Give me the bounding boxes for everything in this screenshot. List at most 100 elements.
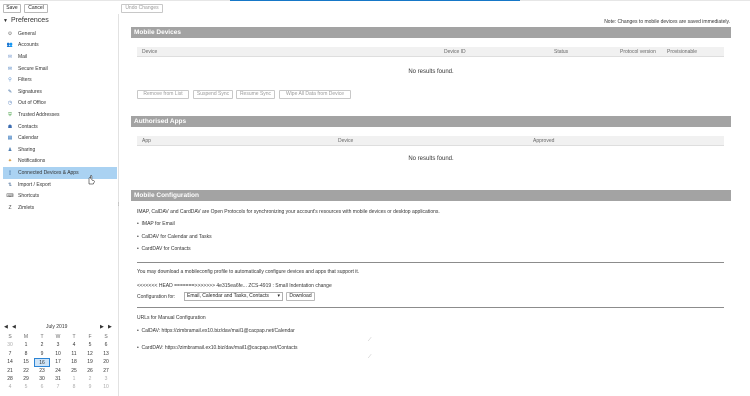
- calendar-day[interactable]: 18: [66, 358, 82, 366]
- cancel-button[interactable]: Cancel: [24, 4, 48, 13]
- weekday-label: T: [72, 334, 76, 340]
- weekday-label: F: [88, 334, 92, 340]
- carddav-url: • CardDAV: https://zimbramail.ex10.biz/d…: [137, 345, 298, 351]
- save-note: Note: Changes to mobile devices are save…: [604, 19, 730, 25]
- calendar-day[interactable]: 28: [2, 375, 18, 383]
- sidebar-item-label: Filters: [18, 77, 32, 84]
- calendar-day[interactable]: 6: [98, 341, 114, 349]
- sidebar-item-notifications[interactable]: ✦ Notifications: [3, 156, 117, 168]
- sidebar-item-import-export[interactable]: ⇅ Import / Export: [3, 179, 117, 191]
- calendar-day[interactable]: 30: [2, 341, 18, 349]
- calendar-day[interactable]: 12: [82, 350, 98, 358]
- accounts-icon: 👥: [6, 42, 14, 49]
- prev-year-icon[interactable]: ◀: [4, 324, 8, 330]
- prev-month-icon[interactable]: ◀: [12, 324, 16, 330]
- calendar-day[interactable]: 5: [82, 341, 98, 349]
- resize-handle-icon[interactable]: ⟋: [368, 354, 373, 360]
- sidebar-item-secure-email[interactable]: ✉ Secure Email: [3, 63, 117, 75]
- sidebar-item-calendar[interactable]: ▦ Calendar: [3, 132, 117, 144]
- calendar-day[interactable]: 22: [18, 367, 34, 375]
- calendar-day[interactable]: 20: [98, 358, 114, 366]
- sidebar-item-label: Notifications: [18, 158, 46, 165]
- column-protocol-version[interactable]: Protocol version: [620, 49, 656, 55]
- preferences-header[interactable]: ▼ Preferences: [3, 17, 49, 24]
- sidebar-item-out-of-office[interactable]: ◷ Out of Office: [3, 98, 117, 110]
- calendar-day[interactable]: 7: [2, 350, 18, 358]
- calendar-day[interactable]: 1: [66, 375, 82, 383]
- calendar-day[interactable]: 19: [82, 358, 98, 366]
- import-export-icon: ⇅: [7, 181, 13, 188]
- weekday-label: W: [55, 334, 61, 340]
- calendar-day[interactable]: 30: [34, 375, 50, 383]
- weekday-label: M: [23, 334, 29, 340]
- sidebar-item-sharing[interactable]: ♟ Sharing: [3, 144, 117, 156]
- column-device-id[interactable]: Device ID: [444, 49, 466, 55]
- calendar-day[interactable]: 7: [50, 383, 66, 391]
- remove-from-list-button[interactable]: Remove from List: [137, 90, 189, 99]
- suspend-sync-button[interactable]: Suspend Sync: [193, 90, 233, 99]
- calendar-day[interactable]: 9: [34, 350, 50, 358]
- column-approved[interactable]: Approved: [533, 138, 554, 144]
- wipe-all-data-button[interactable]: Wipe All Data from Device: [279, 90, 351, 99]
- calendar-day[interactable]: 4: [2, 383, 18, 391]
- sidebar-item-trusted-addresses[interactable]: ⛨ Trusted Addresses: [3, 109, 117, 121]
- column-status[interactable]: Status: [554, 49, 568, 55]
- calendar-day[interactable]: 25: [66, 367, 82, 375]
- column-app[interactable]: App: [142, 138, 151, 144]
- calendar-day[interactable]: 17: [50, 358, 66, 366]
- calendar-day[interactable]: 10: [98, 383, 114, 391]
- next-year-icon[interactable]: ▶: [108, 324, 112, 330]
- save-button[interactable]: Save: [3, 4, 21, 13]
- sidebar-item-label: Calendar: [18, 135, 39, 142]
- calendar-day[interactable]: 13: [98, 350, 114, 358]
- calendar-day[interactable]: 21: [2, 367, 18, 375]
- calendar-day[interactable]: 16: [34, 358, 50, 367]
- column-device[interactable]: Device: [338, 138, 353, 144]
- calendar-day[interactable]: 2: [34, 341, 50, 349]
- mail-icon: ✉: [7, 53, 13, 60]
- sidebar-item-connected-devices-apps[interactable]: ▯ Connected Devices & Apps: [3, 167, 117, 179]
- calendar-day[interactable]: 8: [66, 383, 82, 391]
- calendar-day[interactable]: 27: [98, 367, 114, 375]
- column-provisionable[interactable]: Provisionable: [667, 49, 697, 55]
- calendar-day[interactable]: 8: [18, 350, 34, 358]
- download-button[interactable]: Download: [286, 292, 315, 301]
- sidebar-item-accounts[interactable]: 👥 Accounts: [3, 40, 117, 52]
- resume-sync-button[interactable]: Resume Sync: [236, 90, 275, 99]
- calendar-day[interactable]: 6: [34, 383, 50, 391]
- sidebar-item-shortcuts[interactable]: ⌨ Shortcuts: [3, 190, 117, 202]
- calendar-day[interactable]: 31: [50, 375, 66, 383]
- calendar-day[interactable]: 23: [34, 367, 50, 375]
- undo-changes-button[interactable]: Undo Changes: [121, 4, 163, 13]
- merge-conflict-text: <<<<<<< HEAD =======>>>>>>> 4e315ea6fe..…: [137, 283, 332, 289]
- configuration-select-value: Email, Calendar and Tasks, Contacts: [187, 293, 269, 299]
- calendar-day[interactable]: 2: [82, 375, 98, 383]
- configuration-label: Configuration for:: [137, 294, 176, 300]
- calendar-day[interactable]: 3: [50, 341, 66, 349]
- calendar-day[interactable]: 26: [82, 367, 98, 375]
- calendar-day[interactable]: 1: [18, 341, 34, 349]
- calendar-day[interactable]: 3: [98, 375, 114, 383]
- calendar-day[interactable]: 10: [50, 350, 66, 358]
- notifications-icon: ✦: [7, 158, 13, 165]
- column-device[interactable]: Device: [142, 49, 157, 55]
- shortcuts-icon: ⌨: [6, 193, 14, 200]
- calendar-day[interactable]: 4: [66, 341, 82, 349]
- calendar-day[interactable]: 11: [66, 350, 82, 358]
- calendar-day[interactable]: 15: [18, 358, 34, 366]
- calendar-day[interactable]: 24: [50, 367, 66, 375]
- sidebar-item-filters[interactable]: ⚲ Filters: [3, 74, 117, 86]
- sidebar-item-signatures[interactable]: ✎ Signatures: [3, 86, 117, 98]
- calendar-icon: ▦: [7, 135, 13, 142]
- resize-handle-icon[interactable]: ⟋: [368, 337, 373, 343]
- calendar-day[interactable]: 14: [2, 358, 18, 366]
- sidebar-item-contacts[interactable]: ☗ Contacts: [3, 121, 117, 133]
- sidebar-item-mail[interactable]: ✉ Mail: [3, 51, 117, 63]
- sidebar-item-zimlets[interactable]: Z Zimlets: [3, 202, 117, 214]
- configuration-select[interactable]: Email, Calendar and Tasks, Contacts ▾: [184, 292, 283, 301]
- sidebar-item-general[interactable]: ⚙ General: [3, 28, 117, 40]
- calendar-day[interactable]: 5: [18, 383, 34, 391]
- calendar-day[interactable]: 29: [18, 375, 34, 383]
- next-month-icon[interactable]: ▶: [100, 324, 104, 330]
- calendar-day[interactable]: 9: [82, 383, 98, 391]
